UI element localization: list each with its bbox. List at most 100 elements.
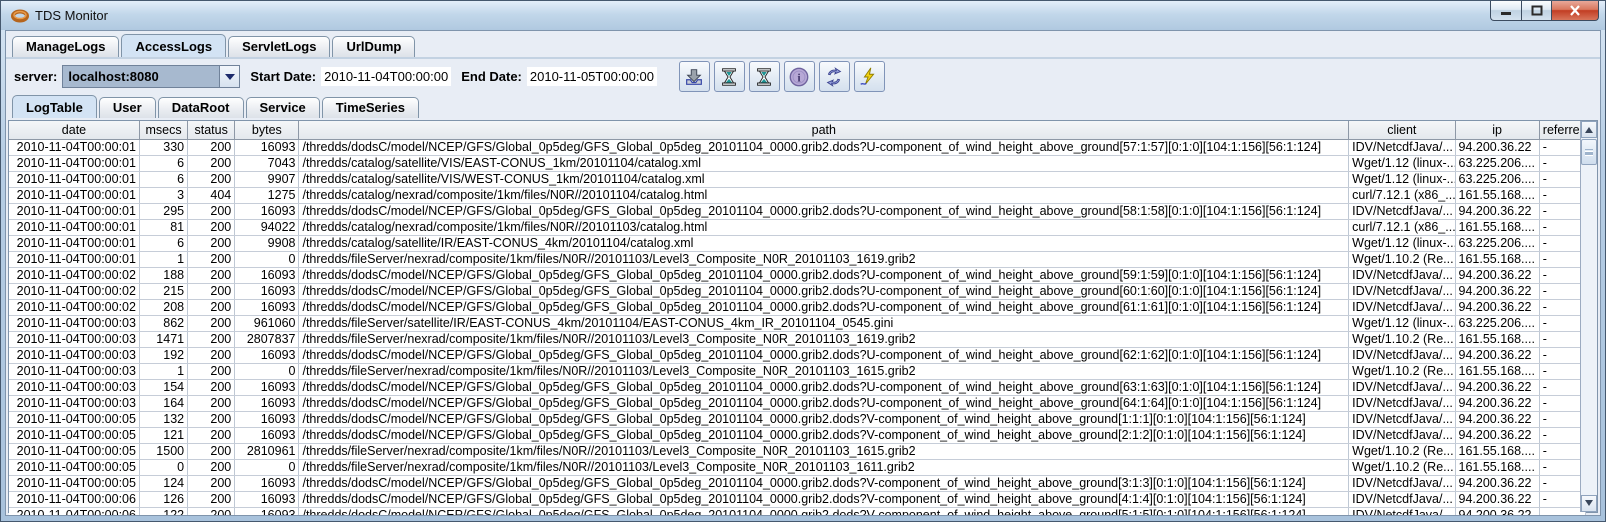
cell-status[interactable]: 200	[188, 139, 235, 155]
cell-bytes[interactable]: 0	[235, 459, 299, 475]
cell-bytes[interactable]: 2810961	[235, 443, 299, 459]
column-header-ip[interactable]: ip	[1455, 121, 1539, 139]
table-row[interactable]: 2010-11-04T00:00:0513220016093/thredds/d…	[9, 411, 1586, 427]
cell-referrer[interactable]: -	[1539, 379, 1585, 395]
refresh-button[interactable]	[819, 61, 850, 92]
cell-date[interactable]: 2010-11-04T00:00:05	[9, 459, 139, 475]
cell-path[interactable]: /thredds/dodsC/model/NCEP/GFS/Global_0p5…	[299, 491, 1349, 507]
table-row[interactable]: 2010-11-04T00:00:0315420016093/thredds/d…	[9, 379, 1586, 395]
cell-referrer[interactable]: -	[1539, 363, 1585, 379]
cell-bytes[interactable]: 9908	[235, 235, 299, 251]
cell-client[interactable]: IDV/NetcdfJava/...	[1349, 347, 1455, 363]
table-row[interactable]: 2010-11-04T00:00:0221520016093/thredds/d…	[9, 283, 1586, 299]
cell-path[interactable]: /thredds/fileServer/nexrad/composite/1km…	[299, 331, 1349, 347]
cell-referrer[interactable]: -	[1539, 251, 1585, 267]
column-header-msecs[interactable]: msecs	[139, 121, 187, 139]
table-row[interactable]: 2010-11-04T00:00:0319220016093/thredds/d…	[9, 347, 1586, 363]
cell-status[interactable]: 200	[188, 299, 235, 315]
cell-referrer[interactable]: -	[1539, 267, 1585, 283]
cell-status[interactable]: 200	[188, 427, 235, 443]
cell-status[interactable]: 200	[188, 171, 235, 187]
cell-date[interactable]: 2010-11-04T00:00:06	[9, 491, 139, 507]
table-row[interactable]: 2010-11-04T00:00:018120094022/thredds/ca…	[9, 219, 1586, 235]
cell-bytes[interactable]: 16093	[235, 267, 299, 283]
cell-client[interactable]: IDV/NetcdfJava/...	[1349, 475, 1455, 491]
cell-client[interactable]: IDV/NetcdfJava/...	[1349, 283, 1455, 299]
cell-date[interactable]: 2010-11-04T00:00:01	[9, 187, 139, 203]
cell-ip[interactable]: 94.200.36.22	[1455, 347, 1539, 363]
cell-date[interactable]: 2010-11-04T00:00:03	[9, 395, 139, 411]
cell-referrer[interactable]: -	[1539, 331, 1585, 347]
cell-ip[interactable]: 161.55.168....	[1455, 187, 1539, 203]
cell-client[interactable]: IDV/NetcdfJava/...	[1349, 411, 1455, 427]
cell-referrer[interactable]: -	[1539, 283, 1585, 299]
cell-date[interactable]: 2010-11-04T00:00:05	[9, 443, 139, 459]
cell-ip[interactable]: 94.200.36.22	[1455, 299, 1539, 315]
tab-logtable[interactable]: LogTable	[12, 95, 97, 118]
cell-date[interactable]: 2010-11-04T00:00:01	[9, 155, 139, 171]
cell-referrer[interactable]: -	[1539, 395, 1585, 411]
column-header-path[interactable]: path	[299, 121, 1349, 139]
close-button[interactable]	[1552, 1, 1599, 21]
show-all-logs-button[interactable]	[749, 61, 780, 92]
cell-ip[interactable]: 63.225.206....	[1455, 155, 1539, 171]
scroll-up-button[interactable]	[1581, 121, 1597, 138]
scrollbar-thumb[interactable]	[1581, 139, 1597, 165]
table-row[interactable]: 2010-11-04T00:00:0218820016093/thredds/d…	[9, 267, 1586, 283]
cell-date[interactable]: 2010-11-04T00:00:03	[9, 347, 139, 363]
chevron-down-icon[interactable]	[219, 66, 239, 87]
cell-ip[interactable]: 161.55.168....	[1455, 443, 1539, 459]
cell-client[interactable]: IDV/NetcdfJava/...	[1349, 395, 1455, 411]
cell-bytes[interactable]: 2807837	[235, 331, 299, 347]
cell-client[interactable]: Wget/1.10.2 (Re...	[1349, 459, 1455, 475]
cell-msecs[interactable]: 3	[139, 187, 187, 203]
cell-ip[interactable]: 94.200.36.22	[1455, 427, 1539, 443]
column-header-date[interactable]: date	[9, 121, 139, 139]
cell-path[interactable]: /thredds/fileServer/nexrad/composite/1km…	[299, 459, 1349, 475]
cell-client[interactable]: Wget/1.10.2 (Re...	[1349, 331, 1455, 347]
cell-client[interactable]: Wget/1.12 (linux-...	[1349, 315, 1455, 331]
cell-client[interactable]: IDV/NetcdfJava/...	[1349, 299, 1455, 315]
maximize-button[interactable]	[1521, 1, 1552, 21]
column-header-status[interactable]: status	[188, 121, 235, 139]
cell-status[interactable]: 200	[188, 459, 235, 475]
cell-bytes[interactable]: 16093	[235, 299, 299, 315]
table-row[interactable]: 2010-11-04T00:00:0515002002810961/thredd…	[9, 443, 1586, 459]
cell-status[interactable]: 200	[188, 251, 235, 267]
cell-bytes[interactable]: 16093	[235, 491, 299, 507]
cell-status[interactable]: 404	[188, 187, 235, 203]
table-row[interactable]: 2010-11-04T00:00:0162009907/thredds/cata…	[9, 171, 1586, 187]
cell-ip[interactable]: 161.55.168....	[1455, 331, 1539, 347]
cell-msecs[interactable]: 0	[139, 459, 187, 475]
cell-status[interactable]: 200	[188, 363, 235, 379]
cell-msecs[interactable]: 295	[139, 203, 187, 219]
cell-bytes[interactable]: 0	[235, 363, 299, 379]
cell-date[interactable]: 2010-11-04T00:00:03	[9, 315, 139, 331]
cell-client[interactable]: Wget/1.12 (linux-...	[1349, 235, 1455, 251]
cell-bytes[interactable]: 16093	[235, 379, 299, 395]
cell-date[interactable]: 2010-11-04T00:00:03	[9, 331, 139, 347]
cell-referrer[interactable]: -	[1539, 219, 1585, 235]
cell-ip[interactable]: 94.200.36.22	[1455, 379, 1539, 395]
cell-referrer[interactable]: -	[1539, 475, 1585, 491]
cell-path[interactable]: /thredds/catalog/satellite/VIS/WEST-CONU…	[299, 171, 1349, 187]
cell-status[interactable]: 200	[188, 491, 235, 507]
column-header-referrer[interactable]: referrer	[1539, 121, 1585, 139]
table-row[interactable]: 2010-11-04T00:00:0512120016093/thredds/d…	[9, 427, 1586, 443]
cell-referrer[interactable]: -	[1539, 491, 1585, 507]
table-row[interactable]: 2010-11-04T00:00:0134041275/thredds/cata…	[9, 187, 1586, 203]
cell-referrer[interactable]: -	[1539, 187, 1585, 203]
table-row[interactable]: 2010-11-04T00:00:0133020016093/thredds/d…	[9, 139, 1586, 155]
cell-path[interactable]: /thredds/dodsC/model/NCEP/GFS/Global_0p5…	[299, 203, 1349, 219]
table-row[interactable]: 2010-11-04T00:00:0612620016093/thredds/d…	[9, 491, 1586, 507]
cell-path[interactable]: /thredds/dodsC/model/NCEP/GFS/Global_0p5…	[299, 395, 1349, 411]
cell-msecs[interactable]: 81	[139, 219, 187, 235]
cell-bytes[interactable]: 0	[235, 251, 299, 267]
table-row[interactable]: 2010-11-04T00:00:0512420016093/thredds/d…	[9, 475, 1586, 491]
cell-referrer[interactable]: -	[1539, 299, 1585, 315]
cell-msecs[interactable]: 192	[139, 347, 187, 363]
cell-date[interactable]: 2010-11-04T00:00:01	[9, 203, 139, 219]
cell-client[interactable]: IDV/NetcdfJava/...	[1349, 379, 1455, 395]
cell-status[interactable]: 200	[188, 331, 235, 347]
cell-msecs[interactable]: 188	[139, 267, 187, 283]
